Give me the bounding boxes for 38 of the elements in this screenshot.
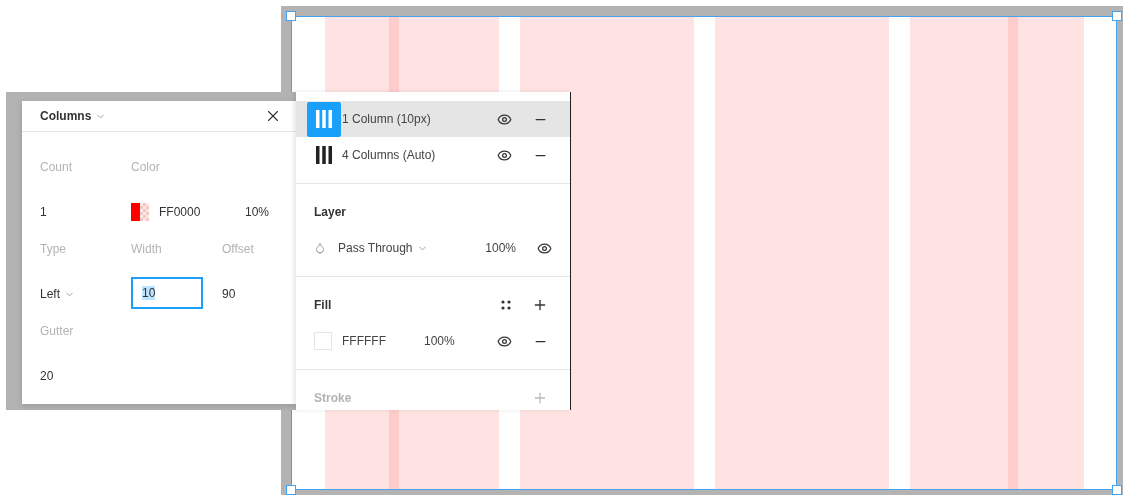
section-title: Stroke <box>314 391 352 405</box>
type-dropdown[interactable]: Left <box>40 277 75 311</box>
field-value[interactable]: 20 <box>40 359 54 393</box>
resize-handle[interactable] <box>1112 11 1122 21</box>
field-label: Color <box>131 159 160 176</box>
hex-value[interactable]: FF0000 <box>159 195 241 229</box>
field-label: Offset <box>222 241 254 258</box>
eye-icon[interactable] <box>536 240 552 256</box>
add-icon[interactable] <box>532 297 548 313</box>
blend-mode-dropdown[interactable]: Pass Through <box>338 241 428 255</box>
fill-swatch[interactable] <box>314 332 332 350</box>
hex-value[interactable]: FFFFFF <box>342 334 424 348</box>
resize-handle[interactable] <box>286 485 296 495</box>
grid-type-dropdown[interactable]: Columns <box>40 109 107 123</box>
field-label: Type <box>40 241 66 258</box>
grid-label[interactable]: 1 Column (10px) <box>342 112 476 126</box>
field-label: Width <box>131 241 162 258</box>
field-label: Gutter <box>40 323 74 340</box>
section-title: Fill <box>314 298 332 312</box>
layout-grid-row[interactable]: 1 Column (10px) <box>296 101 570 137</box>
field-label: Count <box>40 159 73 176</box>
droplet-icon <box>314 242 326 254</box>
resize-handle[interactable] <box>286 11 296 21</box>
field-value[interactable]: 90 <box>222 277 236 311</box>
grid-label[interactable]: 4 Columns (Auto) <box>342 148 476 162</box>
opacity-value[interactable]: 10% <box>245 195 270 229</box>
resize-handle[interactable] <box>1112 485 1122 495</box>
eye-icon[interactable] <box>496 111 512 127</box>
color-swatch[interactable] <box>131 203 149 221</box>
width-field[interactable]: 10 <box>131 277 203 309</box>
section-title: Layer <box>314 205 347 219</box>
field-value[interactable]: 1 <box>40 195 47 229</box>
layout-grid-row[interactable]: 4 Columns (Auto) <box>296 137 570 173</box>
eye-icon[interactable] <box>496 147 512 163</box>
eye-icon[interactable] <box>496 333 512 349</box>
grid-styles-icon[interactable] <box>500 299 512 311</box>
opacity-value[interactable]: 100% <box>424 334 455 348</box>
opacity-value[interactable]: 100% <box>485 241 516 255</box>
